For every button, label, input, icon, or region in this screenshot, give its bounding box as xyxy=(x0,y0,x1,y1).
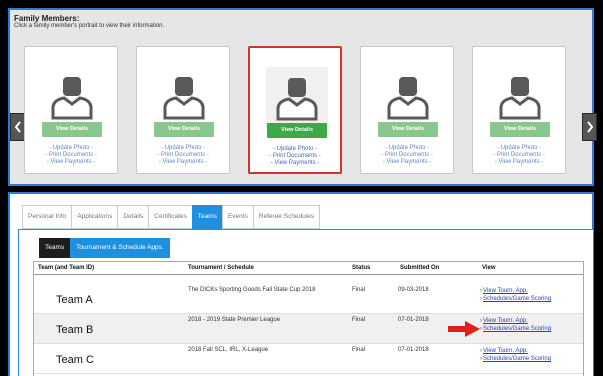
view-details-button[interactable]: View Details xyxy=(42,122,102,137)
subtab-teams[interactable]: Teams xyxy=(39,238,71,258)
column-header: Status xyxy=(352,265,371,271)
person-silhouette-icon xyxy=(163,77,205,120)
submitted-cell: 07-01-2018 xyxy=(398,317,429,323)
column-header: Tournament / Schedule xyxy=(188,265,254,271)
submitted-cell: 07-01-2018 xyxy=(398,347,429,353)
family-member-card[interactable]: View Details - Update Photo - - Print Do… xyxy=(24,46,118,174)
person-silhouette-icon xyxy=(499,77,541,120)
subtab-bar: Teams Tournament & Schedule Apps. xyxy=(39,238,170,258)
tournament-cell: The DICKs Sporting Goods Fall State Cup … xyxy=(188,287,316,293)
chevron-left-icon[interactable] xyxy=(10,113,25,141)
family-member-card[interactable]: View Details - Update Photo - - Print Do… xyxy=(360,46,454,174)
tab-certificates[interactable]: Certificates xyxy=(148,205,192,229)
family-member-card[interactable]: View Details - Update Photo - - Print Do… xyxy=(136,46,230,174)
family-members-title: Family Members: xyxy=(14,14,80,23)
tab-referee-schedules[interactable]: Referee Schedules xyxy=(252,205,321,229)
top-strip xyxy=(0,0,603,8)
table-row: Team A The DICKs Sporting Goods Fall Sta… xyxy=(34,284,583,314)
tab-events[interactable]: Events xyxy=(221,205,253,229)
tournament-cell: 2018 Fall SCL, IRL, X-League xyxy=(188,347,269,353)
portrait[interactable] xyxy=(153,66,215,128)
family-member-card[interactable]: View Details - Update Photo - - Print Do… xyxy=(472,46,566,174)
schedules-game-scoring-link[interactable]: Schedules/Game Scoring xyxy=(480,295,551,303)
family-member-card-selected[interactable]: View Details - Update Photo - - Print Do… xyxy=(248,46,342,174)
red-arrow-icon xyxy=(448,321,480,337)
schedules-game-scoring-link[interactable]: Schedules/Game Scoring xyxy=(480,325,551,333)
view-details-button[interactable]: View Details xyxy=(490,122,550,137)
table-row: Team C 2018 Fall SCL, IRL, X-League Fina… xyxy=(34,344,583,374)
submitted-cell: 09-03-2018 xyxy=(398,287,429,293)
table-header: Team (and Team ID) Tournament / Schedule… xyxy=(34,262,583,275)
column-header: View xyxy=(482,265,496,271)
view-tourn-app-link[interactable]: View Tourn. App. xyxy=(480,347,551,355)
print-documents-link[interactable]: - Print Documents - xyxy=(250,153,340,160)
print-documents-link[interactable]: - Print Documents - xyxy=(137,152,229,159)
tab-applications[interactable]: Applications xyxy=(71,205,118,229)
schedules-game-scoring-link[interactable]: Schedules/Game Scoring xyxy=(480,355,551,363)
update-photo-link[interactable]: - Update Photo - xyxy=(473,145,565,152)
print-documents-link[interactable]: - Print Documents - xyxy=(25,152,117,159)
view-details-button[interactable]: View Details xyxy=(154,122,214,137)
tab-details[interactable]: Details xyxy=(117,205,149,229)
tab-personal-info[interactable]: Personal Info xyxy=(22,205,72,229)
print-documents-link[interactable]: - Print Documents - xyxy=(473,152,565,159)
view-payments-link[interactable]: - View Payments - xyxy=(473,159,565,166)
view-tourn-app-link[interactable]: View Tourn. App. xyxy=(480,317,551,325)
update-photo-link[interactable]: - Update Photo - xyxy=(250,146,340,153)
status-cell: Final xyxy=(352,287,366,293)
view-details-button[interactable]: View Details xyxy=(267,123,327,138)
subtab-tournament-schedule-apps[interactable]: Tournament & Schedule Apps. xyxy=(70,238,170,258)
status-cell: Final xyxy=(352,347,366,353)
status-cell: Final xyxy=(352,317,366,323)
column-header: Submitted On xyxy=(400,265,440,271)
view-tourn-app-link[interactable]: View Tourn. App. xyxy=(480,287,551,295)
update-photo-link[interactable]: - Update Photo - xyxy=(25,145,117,152)
portrait[interactable] xyxy=(41,66,103,128)
view-payments-link[interactable]: - View Payments - xyxy=(361,159,453,166)
chevron-right-icon[interactable] xyxy=(582,113,597,141)
family-members-subtitle: Click a family member's portrait to view… xyxy=(14,23,165,29)
team-name: Team B xyxy=(56,324,94,336)
tournament-cell: 2018 - 2019 State Premier League xyxy=(188,317,281,323)
portrait[interactable] xyxy=(489,66,551,128)
portrait[interactable] xyxy=(266,67,328,129)
portrait[interactable] xyxy=(377,66,439,128)
teams-table: Team (and Team ID) Tournament / Schedule… xyxy=(33,261,584,376)
team-name: Team A xyxy=(56,294,93,306)
update-photo-link[interactable]: - Update Photo - xyxy=(137,145,229,152)
person-silhouette-icon xyxy=(276,78,318,121)
tab-teams[interactable]: Teams xyxy=(191,205,222,229)
table-row: Team B 2018 - 2019 State Premier League … xyxy=(34,314,583,344)
view-payments-link[interactable]: - View Payments - xyxy=(137,159,229,166)
person-silhouette-icon xyxy=(51,77,93,120)
view-payments-link[interactable]: - View Payments - xyxy=(25,159,117,166)
team-name: Team C xyxy=(56,354,94,366)
column-header: Team (and Team ID) xyxy=(38,265,95,271)
print-documents-link[interactable]: - Print Documents - xyxy=(361,152,453,159)
tab-bar: Personal Info Applications Details Certi… xyxy=(22,205,321,229)
person-silhouette-icon xyxy=(387,77,429,120)
update-photo-link[interactable]: - Update Photo - xyxy=(361,145,453,152)
view-payments-link[interactable]: - View Payments - xyxy=(250,160,340,167)
view-details-button[interactable]: View Details xyxy=(378,122,438,137)
